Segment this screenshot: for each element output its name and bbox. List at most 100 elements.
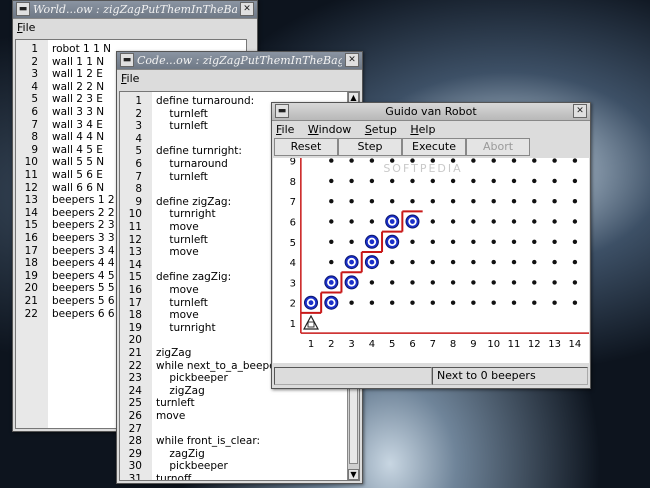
y-axis-label: 8 — [290, 177, 296, 188]
grid-dot — [552, 158, 557, 163]
grid-dot — [329, 158, 334, 163]
grid-dot — [471, 158, 476, 163]
code-line: wall 1 2 E — [52, 68, 103, 81]
line-number: 25 — [128, 397, 142, 410]
x-axis-label: 3 — [348, 339, 354, 350]
window-menu-button[interactable]: ▬ — [120, 53, 134, 67]
grid-dot — [572, 199, 578, 204]
line-number: 9 — [135, 195, 142, 208]
grid-dot — [491, 199, 496, 204]
menu-window[interactable]: Window — [308, 121, 351, 139]
grid-dot — [329, 239, 334, 244]
code-line: beepers 4 4 1 — [52, 257, 125, 270]
code-line: move — [156, 221, 199, 233]
line-number: 24 — [128, 384, 142, 397]
code-line: pickbeeper — [156, 460, 228, 473]
line-number: 12 — [128, 233, 142, 246]
grid-dot — [390, 259, 395, 265]
line-number: 5 — [31, 93, 38, 106]
grid-dot — [450, 178, 456, 184]
x-axis-label: 5 — [389, 339, 395, 350]
menu-setup[interactable]: Setup — [365, 121, 397, 139]
line-number: 28 — [128, 435, 142, 448]
code-line: turnright — [156, 321, 216, 334]
code-line: move — [156, 284, 199, 296]
close-button[interactable]: ✕ — [345, 53, 359, 67]
scroll-down-arrow-icon[interactable]: ▼ — [348, 469, 359, 480]
code-line: turnleft — [156, 120, 208, 133]
grid-dot — [511, 158, 517, 163]
code-line: robot 1 1 N — [52, 43, 111, 55]
grid-dot — [430, 199, 435, 204]
grid-dot — [450, 280, 456, 285]
grid-dot — [410, 280, 415, 285]
grid-dot — [532, 300, 537, 305]
grid-dot — [511, 259, 517, 265]
step-button[interactable]: Step — [338, 138, 402, 156]
menu-help[interactable]: Help — [410, 121, 435, 139]
world-window-titlebar[interactable]: ▬ World...ow : zigZagPutThemInTheBag.wld… — [13, 1, 257, 19]
grid-dot — [471, 199, 476, 204]
code-line: wall 4 5 E — [52, 143, 103, 156]
grid-dot — [369, 158, 375, 163]
close-button[interactable]: ✕ — [573, 104, 587, 118]
code-window-titlebar[interactable]: ▬ Code...ow : zigZagPutThemInTheBag.gvr … — [117, 52, 362, 70]
beeper-center — [349, 280, 354, 285]
grid-dot — [552, 280, 557, 285]
grid-dot — [511, 280, 517, 285]
grid-dot — [532, 280, 537, 285]
y-axis-label: 3 — [290, 278, 296, 289]
line-number: 23 — [128, 372, 142, 385]
line-number: 18 — [128, 309, 142, 322]
x-axis-label: 7 — [430, 339, 436, 350]
grid-dot — [349, 178, 354, 184]
grid-dot — [552, 219, 557, 224]
grid-dot — [349, 158, 354, 163]
y-axis-label: 4 — [290, 258, 296, 269]
y-axis-label: 7 — [290, 197, 296, 208]
menu-file[interactable]: File — [276, 121, 294, 139]
execute-button[interactable]: Execute — [402, 138, 466, 156]
grid-dot — [450, 219, 456, 224]
code-window-title: Code...ow : zigZagPutThemInTheBag.gvr — [137, 54, 342, 67]
grid-dot — [572, 280, 578, 285]
grid-dot — [329, 178, 334, 184]
robot-window-title: Guido van Robot — [385, 105, 477, 118]
window-menu-button[interactable]: ▬ — [16, 2, 30, 16]
line-number: 20 — [24, 282, 38, 295]
code-line: wall 5 5 N — [52, 156, 105, 169]
grid-dot — [349, 239, 354, 244]
line-number: 21 — [128, 347, 142, 359]
menu-file[interactable]: File — [17, 19, 35, 37]
grid-dot — [511, 199, 517, 204]
grid-dot — [552, 178, 557, 184]
grid-dot — [491, 259, 496, 265]
grid-dot — [450, 239, 456, 244]
line-number: 29 — [128, 447, 142, 460]
window-menu-button[interactable]: ▬ — [275, 104, 289, 118]
beeper-center — [389, 239, 395, 245]
line-number: 11 — [24, 169, 38, 181]
grid-dot — [471, 280, 476, 285]
grid-dot — [329, 219, 334, 224]
y-axis-label: 6 — [290, 218, 296, 229]
robot-window-titlebar[interactable]: ▬ Guido van Robot ✕ — [272, 103, 590, 121]
grid-dot — [532, 219, 537, 224]
line-number: 3 — [31, 68, 38, 81]
grid-dot — [450, 259, 456, 265]
code-line: wall 3 3 N — [52, 106, 105, 118]
menu-file[interactable]: File — [121, 70, 139, 88]
close-button[interactable]: ✕ — [240, 2, 254, 16]
beeper-center — [349, 259, 354, 265]
code-line: zigZag — [156, 347, 192, 359]
beeper-center — [369, 239, 375, 245]
grid-dot — [430, 259, 435, 265]
grid-dot — [491, 300, 496, 305]
code-line: beepers 3 3 1 — [52, 232, 125, 244]
line-number: 2 — [31, 55, 38, 68]
code-line: turnleft — [156, 397, 195, 410]
reset-button[interactable]: Reset — [274, 138, 338, 156]
code-line: define turnaround: — [156, 95, 255, 107]
line-number: 4 — [135, 132, 142, 145]
softpedia-watermark: SOFTPEDIA — [383, 162, 462, 175]
